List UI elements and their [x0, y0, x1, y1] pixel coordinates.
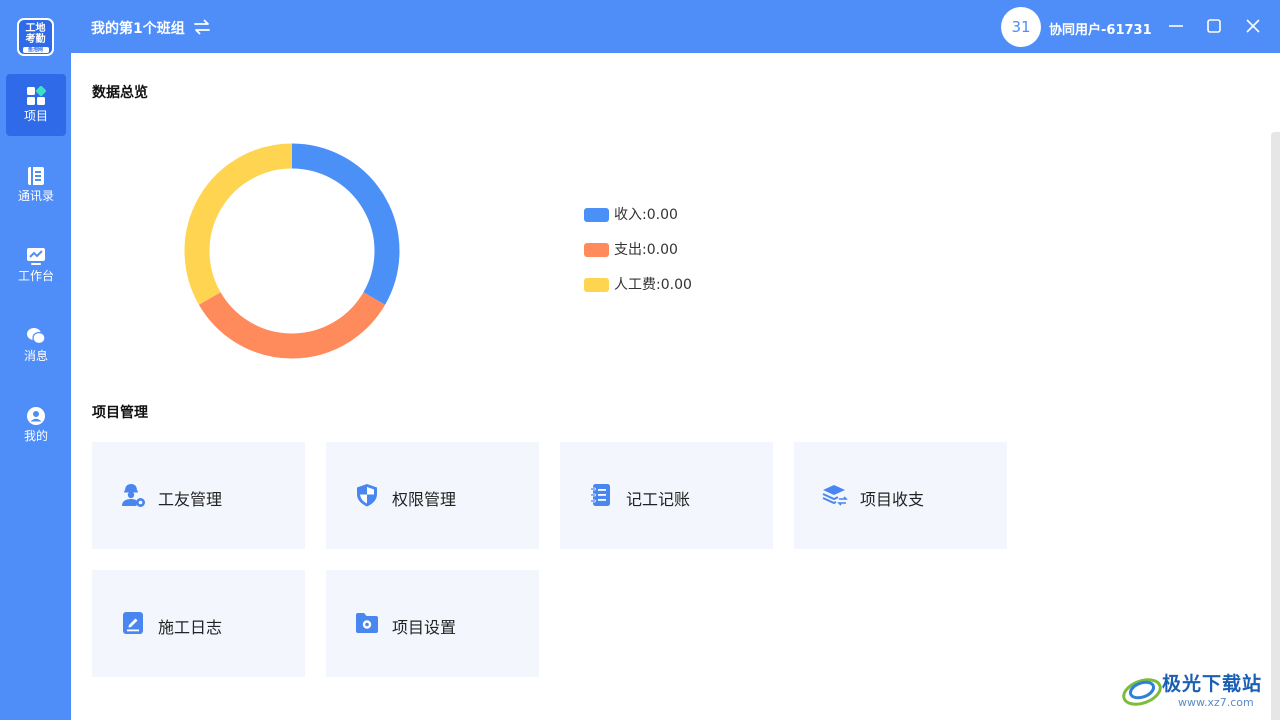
card-label: 项目设置	[392, 618, 457, 637]
folder-settings-icon	[356, 613, 378, 633]
team-name[interactable]: 我的第1个班组	[91, 18, 185, 38]
sidebar-item-contacts[interactable]: 通讯录	[6, 154, 66, 216]
card-work-accounting[interactable]: 记工记账	[560, 442, 773, 549]
donut-slice-0[interactable]	[291, 143, 400, 305]
sidebar: 工地 考勤 鱼泡网 项目 通讯录 工作台 消息 我的	[0, 0, 71, 720]
user-icon	[27, 407, 45, 425]
grid-icon	[27, 86, 46, 105]
card-label: 工友管理	[158, 490, 223, 509]
card-label: 权限管理	[392, 490, 457, 509]
watermark-text: 极光下载站	[1162, 673, 1263, 695]
minimize-icon[interactable]	[1163, 13, 1189, 39]
legend-label-labor: 人工费:0.00	[614, 277, 692, 293]
watermark-url: www.xz7.com	[1178, 696, 1254, 709]
card-label: 施工日志	[158, 618, 223, 637]
sidebar-item-label: 通讯录	[17, 189, 54, 203]
sidebar-item-label: 项目	[23, 109, 48, 123]
card-permission-management[interactable]: 权限管理	[326, 442, 539, 549]
shield-icon	[357, 484, 377, 507]
dashboard-monitor-icon	[27, 248, 45, 265]
edit-note-icon	[123, 612, 143, 634]
swap-icon[interactable]	[193, 18, 211, 36]
logo-sub: 鱼泡网	[22, 47, 49, 53]
sidebar-item-project[interactable]: 项目	[6, 74, 66, 136]
top-bar: 我的第1个班组 31 协同用户-61731	[71, 0, 1280, 53]
layers-exchange-icon	[822, 485, 848, 506]
donut-chart	[184, 143, 400, 359]
card-project-finance[interactable]: 项目收支	[794, 442, 1007, 549]
card-construction-log[interactable]: 施工日志	[92, 570, 305, 677]
chat-bubbles-icon	[27, 328, 46, 345]
watermark-logo-icon	[1122, 678, 1162, 706]
sidebar-item-workbench[interactable]: 工作台	[6, 234, 66, 296]
ledger-icon	[590, 484, 610, 506]
legend-label-expense: 支出:0.00	[614, 242, 678, 258]
sidebar-item-label: 消息	[23, 349, 48, 363]
legend-label-income: 收入:0.00	[614, 207, 678, 223]
sidebar-item-messages[interactable]: 消息	[6, 314, 66, 376]
sidebar-item-me[interactable]: 我的	[6, 394, 66, 456]
management-title: 项目管理	[92, 405, 148, 421]
watermark: 极光下载站 www.xz7.com	[1120, 666, 1276, 714]
user-name[interactable]: 协同用户-61731	[1049, 19, 1152, 38]
donut-slice-1[interactable]	[198, 291, 386, 359]
legend-swatch-expense	[584, 243, 609, 257]
maximize-icon[interactable]	[1201, 13, 1227, 39]
logo-line-2: 考勤	[25, 34, 46, 45]
sidebar-item-label: 工作台	[17, 269, 54, 283]
legend-swatch-labor	[584, 278, 609, 292]
contacts-book-icon	[28, 167, 44, 185]
card-label: 记工记账	[626, 490, 691, 509]
logo-line-1: 工地	[25, 23, 46, 34]
overview-title: 数据总览	[92, 85, 148, 101]
donut-slice-2[interactable]	[184, 143, 293, 305]
worker-gear-icon	[122, 484, 145, 507]
vertical-scrollbar[interactable]	[1271, 132, 1280, 720]
avatar[interactable]: 31	[1001, 7, 1041, 47]
close-icon[interactable]	[1240, 13, 1266, 39]
card-worker-management[interactable]: 工友管理	[92, 442, 305, 549]
sidebar-item-label: 我的	[23, 429, 48, 443]
card-label: 项目收支	[860, 490, 925, 509]
app-logo: 工地 考勤 鱼泡网	[17, 18, 54, 56]
card-project-settings[interactable]: 项目设置	[326, 570, 539, 677]
legend-swatch-income	[584, 208, 609, 222]
